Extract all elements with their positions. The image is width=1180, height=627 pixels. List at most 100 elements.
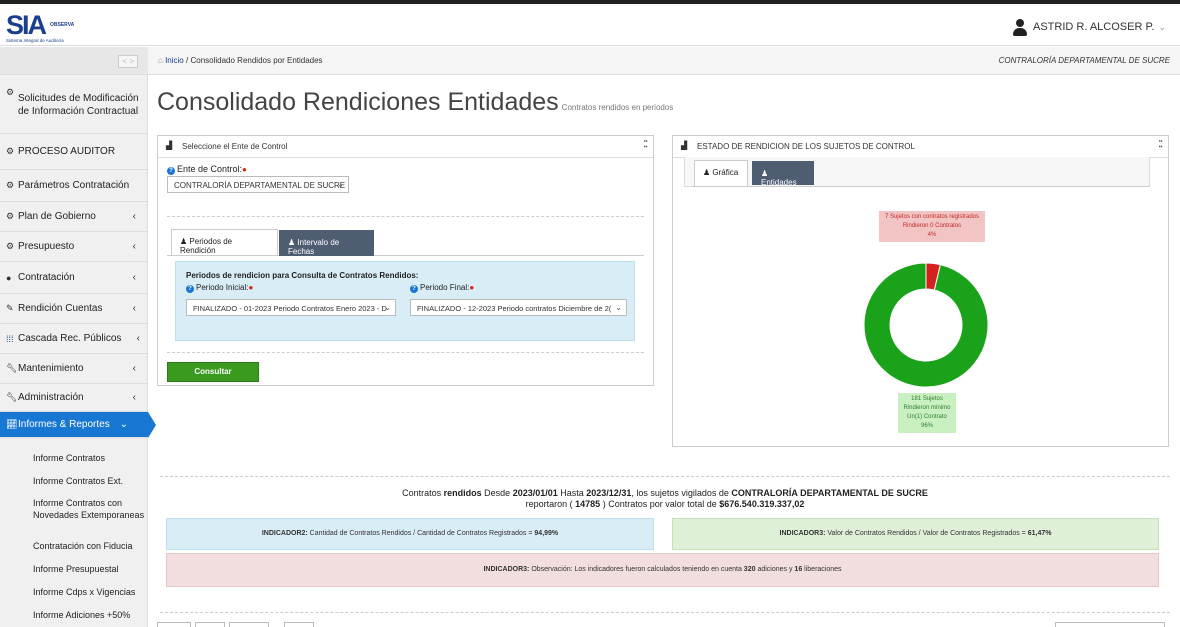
chevron-down-icon: ⌄ [384,303,391,312]
logo-observa: OBSERVA [50,22,75,28]
user-icon [1011,18,1029,36]
chevron-left-icon: ‹ [132,303,136,314]
tab-intervalo-fechas[interactable]: ♟ Intervalo de Fechas [279,230,374,256]
toolbar-button[interactable] [157,622,191,627]
periodo-inicial-select[interactable]: FINALIZADO - 01-2023 Periodo Contratos E… [186,299,396,316]
ente-control-select[interactable]: CONTRALORÍA DEPARTAMENTAL DE SUCRE ⌄ [167,176,349,193]
tab-entidades[interactable]: ♟ Entidades [752,161,814,187]
sidebar-item-contratacion[interactable]: ● Contratación ‹ [0,262,148,294]
sidebar-item-label: Informes & Reportes [18,419,110,430]
indicator-2-box: INDICADOR2: Cantidad de Contratos Rendid… [166,518,654,550]
cogs-icon: ⚙ [6,211,15,221]
toolbar-button[interactable] [229,622,269,627]
indicator-name: INDICADOR3: [779,530,826,537]
indicator-liberaciones: 16 [794,566,803,573]
sidebar-item-cascada[interactable]: ⁞⁞⁞ Cascada Rec. Públicos ‹ [0,324,148,354]
periodo-final-select[interactable]: FINALIZADO - 12-2023 Periodo contratos D… [410,299,627,316]
sidebar-collapse: < > [0,47,148,75]
sia-logo[interactable]: SIA OBSERVA Sistema Integral de Auditorí… [6,10,86,44]
annotation-line: 96% [920,423,933,429]
logo-subtitle: Sistema Integral de Auditoría [6,38,64,43]
sidebar-item-mantenimiento[interactable]: 🔧︎ Mantenimiento ‹ [0,354,148,384]
submenu-informe-novedades[interactable]: Informe Contratos con Novedades Extempor… [33,497,145,521]
chart-icon: ▟ [166,141,173,150]
help-icon[interactable]: ? [186,285,194,293]
summary-part: Contratos [402,488,442,498]
summary-part: reportaron ( [525,499,573,509]
drag-handle-icon[interactable]: ⁚⁚ [1158,139,1163,150]
summary-total: $676.540.319.337,02 [719,499,805,509]
sidebar-item-label: Plan de Gobierno [18,211,96,222]
breadcrumb-separator: / [186,56,189,65]
tab-label: Intervalo de Fechas [288,238,340,256]
sidebar-item-solicitudes[interactable]: ⚙ Solicitudes de Modificación de Informa… [0,76,148,134]
sidebar-item-label: PROCESO AUDITOR [18,146,116,157]
annotation-line: 4% [927,232,937,238]
summary-part: , los sujetos vigilados de [631,488,729,498]
sidebar-item-parametros[interactable]: ⚙ Parámetros Contratación [0,170,148,202]
cogs-icon: ⚙ [6,146,15,156]
submenu-informe-presupuestal[interactable]: Informe Presupuestal [33,563,119,575]
grid-icon: ⁞⁞⁞ [6,333,14,344]
submenu-informe-cdps[interactable]: Informe Cdps x Vigencias [33,586,135,598]
ente-control-label-text: Ente de Control: [177,164,243,174]
chevron-down-icon: ⌄ [1158,21,1166,32]
summary-org: CONTRALORÍA DEPARTAMENTAL DE SUCRE [731,488,928,498]
chart-annotation-min: 181 Sujetos Rindieron mínimo Un(1) Contr… [898,393,956,433]
user-menu[interactable]: ASTRID R. ALCOSER P. ⌄ [1011,18,1166,36]
page-title: Consolidado Rendiciones Entidades Contrat… [157,88,673,117]
submenu-informe-contratos[interactable]: Informe Contratos [33,452,105,464]
sidebar-item-proceso-auditor[interactable]: ⚙ PROCESO AUDITOR [0,134,148,170]
divider [167,352,644,353]
help-icon[interactable]: ? [410,285,418,293]
summary-part: ) Contratos por valor total de [602,499,717,509]
wrench-icon: 🔧︎ [6,363,18,373]
donut-slice-min-one-contract[interactable] [863,262,989,388]
drag-handle-icon[interactable]: ⁚⁚ [643,139,648,150]
summary-text: Contratos rendidos Desde 2023/01/01 Hast… [160,488,1170,510]
summary-part: Hasta [560,488,584,498]
estado-rendicion-panel-header: ▟ ESTADO DE RENDICION DE LOS SUJETOS DE … [673,136,1168,158]
circle-icon: ● [6,272,12,283]
cogs-icon: ⚙ [6,180,15,190]
breadcrumb-home-link[interactable]: Inicio [165,56,184,65]
submenu-informe-adiciones[interactable]: Informe Adiciones +50% [33,609,130,621]
tab-periodos-rendicion[interactable]: ♟ Periodos de Rendición [171,229,278,255]
user-icon: ♟ [288,238,296,247]
chart-icon: ▟ [681,141,688,150]
toolbar-button[interactable] [195,622,225,627]
indicator-text: Valor de Contratos Rendidos / Valor de C… [827,530,1026,537]
required-icon: ● [248,283,254,292]
indicator-text: liberaciones [804,566,842,573]
sidebar-toggle-button[interactable]: < > [118,55,138,68]
periodo-final-value: FINALIZADO - 12-2023 Periodo contratos D… [417,304,612,313]
required-icon: ● [242,165,247,174]
sidebar-item-label: Cascada Rec. Públicos [18,333,122,344]
submenu-contratacion-fiducia[interactable]: Contratación con Fiducia [33,540,133,552]
tab-grafica[interactable]: ♟ Gráfica [694,160,748,186]
help-icon[interactable]: ? [167,167,175,175]
search-input[interactable] [1055,622,1165,627]
submenu-informe-contratos-ext[interactable]: Informe Contratos Ext. [33,475,123,487]
cogs-icon: ⚙ [6,241,15,251]
tab-label: Gráfica [712,168,739,177]
home-icon: ⌂ [158,56,163,65]
chevron-left-icon: ‹ [132,241,136,252]
summary-line-2: reportaron ( 14785 ) Contratos por valor… [160,499,1170,510]
annotation-line: Rindieron mínimo [903,405,951,411]
sidebar-item-administracion[interactable]: 🔧︎ Administración ‹ [0,384,148,412]
sidebar-item-label: Rendición Cuentas [18,303,103,314]
indicator-text: Observación: Los indicadores fueron calc… [531,566,742,573]
toolbar-button[interactable] [284,622,314,627]
sidebar-item-informes[interactable]: 📈︎ Informes & Reportes ⌄ [0,412,156,438]
sidebar-item-presupuesto[interactable]: ⚙ Presupuesto ‹ [0,232,148,262]
sidebar-item-rendicion[interactable]: ✎ Rendición Cuentas ‹ [0,294,148,324]
sidebar-item-label: Solicitudes de Modificación de Informaci… [18,92,139,117]
chevron-down-icon: ⌄ [119,419,128,430]
sidebar-item-plan-gobierno[interactable]: ⚙ Plan de Gobierno ‹ [0,202,148,232]
consultar-button[interactable]: Consultar [167,362,259,382]
indicator-3-box: INDICADOR3: Valor de Contratos Rendidos … [672,518,1159,550]
page-subtitle: Contratos rendidos en periodos [561,103,674,112]
annotation-line: Rindieron 0 Contratos [902,223,962,229]
tabs-baseline [167,255,644,256]
